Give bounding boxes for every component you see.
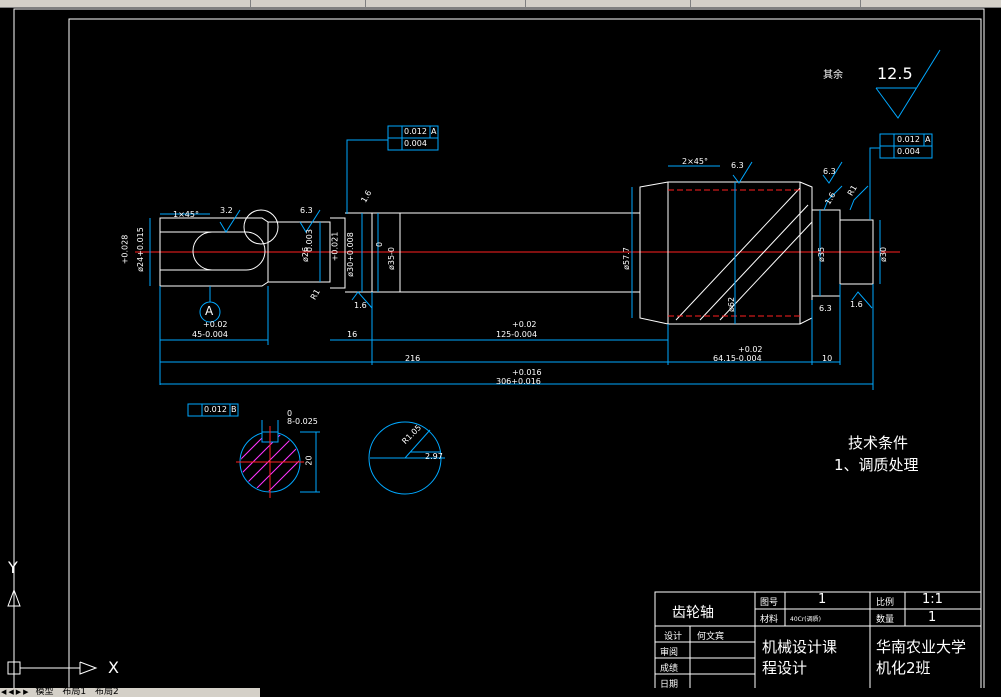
shaft-outline bbox=[159, 181, 874, 325]
tab-next-arrow-icon[interactable]: ▶ bbox=[15, 688, 22, 697]
rough-3-2: 3.2 bbox=[220, 206, 233, 215]
tech-item: 1、调质处理 bbox=[834, 456, 919, 474]
tab-first-arrow-icon[interactable]: ◀ bbox=[0, 688, 7, 697]
toolbar-divider bbox=[860, 0, 861, 7]
dim-45-tol: +0.02 bbox=[203, 320, 228, 329]
tab-layout2[interactable]: 布局2 bbox=[92, 688, 122, 697]
title-material: 40Cr(调质) bbox=[790, 616, 821, 623]
title-designer: 何文宾 bbox=[697, 632, 725, 642]
dim-306: 306+0.016 bbox=[496, 377, 541, 386]
title-grade-label: 成绩 bbox=[660, 664, 679, 674]
dim-d24-tol: +0.028 bbox=[120, 234, 130, 265]
title-drawing-no: 1 bbox=[818, 592, 827, 607]
title-school: 华南农业大学 bbox=[876, 638, 967, 656]
dim-d62: ø62 bbox=[727, 296, 737, 313]
tol-datum-a-left: A bbox=[431, 127, 437, 136]
title-scale: 1:1 bbox=[922, 592, 943, 607]
toolbar-divider bbox=[365, 0, 366, 7]
dim-d57-7: ø57.7 bbox=[621, 247, 631, 270]
general-roughness-value: 12.5 bbox=[877, 64, 913, 83]
dim-d30l-tol: +0.021 bbox=[330, 231, 340, 262]
tol-runout-right-1: 0.012 bbox=[897, 135, 920, 144]
dim-d35r: ø35 bbox=[817, 246, 827, 263]
tol-runout-left-1: 0.012 bbox=[404, 127, 427, 136]
rough-6-3-b: 6.3 bbox=[731, 161, 744, 170]
layout-tab-bar: ◀ ◀ ▶ ▶ 模型 布局1 布局2 bbox=[0, 688, 260, 697]
inner-border bbox=[68, 18, 982, 688]
dim-6415-tol: +0.02 bbox=[738, 345, 763, 354]
rest-roughness-note: 其余 bbox=[823, 70, 843, 81]
rough-6-3-a: 6.3 bbox=[300, 206, 313, 215]
tech-title: 技术条件 bbox=[848, 434, 909, 452]
tol-runout-left-2: 0.004 bbox=[404, 139, 427, 148]
title-course-line1: 机械设计课 bbox=[762, 638, 838, 656]
title-material-label: 材料 bbox=[760, 615, 779, 625]
dim-125: 125-0.004 bbox=[496, 330, 538, 339]
title-design-label: 设计 bbox=[664, 632, 683, 642]
dim-d30r: ø30 bbox=[879, 246, 889, 263]
tab-layout1[interactable]: 布局1 bbox=[59, 688, 89, 697]
dim-2-97: 2.97 bbox=[425, 452, 443, 461]
dim-45: 45-0.004 bbox=[192, 330, 228, 339]
tab-prev-arrow-icon[interactable]: ◀ bbox=[7, 688, 14, 697]
dim-d35: ø35-0 bbox=[387, 246, 397, 271]
dim-16: 16 bbox=[347, 330, 358, 339]
title-course-line2: 程设计 bbox=[762, 659, 808, 677]
dim-key-width: 8-0.025 bbox=[287, 417, 318, 426]
rough-6-3-c: 6.3 bbox=[823, 167, 836, 176]
tol-datum-b: B bbox=[231, 405, 237, 414]
rough-1-6-b: 1.6 bbox=[850, 300, 863, 309]
dim-d30l: ø30+0.008 bbox=[345, 232, 355, 277]
dim-6415: 64.15-0.004 bbox=[713, 354, 762, 363]
tol-datum-a-right: A bbox=[925, 135, 931, 144]
ucs-y-label: Y bbox=[8, 558, 18, 577]
title-date-label: 日期 bbox=[660, 680, 679, 690]
rough-6-3-d: 6.3 bbox=[819, 304, 832, 313]
tab-last-arrow-icon[interactable]: ▶ bbox=[22, 688, 29, 697]
dim-chamfer-right: 2×45° bbox=[682, 157, 708, 166]
dim-216: 216 bbox=[405, 354, 421, 363]
title-scale-label: 比例 bbox=[876, 598, 895, 608]
dim-d35-tol: 0 bbox=[375, 241, 385, 248]
toolbar-divider bbox=[250, 0, 251, 7]
title-qty: 1 bbox=[928, 610, 937, 625]
drawing-canvas[interactable] bbox=[0, 7, 1001, 688]
dim-d24: ø24+0.015 bbox=[135, 227, 145, 272]
dim-chamfer-left: 1×45° bbox=[173, 210, 199, 219]
dim-d26-tol: 0.003 bbox=[304, 229, 314, 252]
toolbar-divider bbox=[525, 0, 526, 7]
dim-key-height: 20 bbox=[304, 455, 314, 466]
title-class: 机化2班 bbox=[876, 659, 931, 677]
title-review-label: 审阅 bbox=[660, 648, 679, 658]
tol-symmetry: 0.012 bbox=[204, 405, 227, 414]
toolbar-divider bbox=[690, 0, 691, 7]
tab-model[interactable]: 模型 bbox=[32, 688, 56, 697]
tol-runout-right-2: 0.004 bbox=[897, 147, 920, 156]
dim-10b: 10 bbox=[822, 354, 833, 363]
dim-125-tol: +0.02 bbox=[512, 320, 537, 329]
title-qty-label: 数量 bbox=[876, 615, 895, 625]
dimension-lines bbox=[149, 49, 941, 390]
ucs-icon bbox=[7, 589, 98, 675]
ucs-x-label: X bbox=[108, 658, 119, 677]
datum-label: A bbox=[205, 304, 214, 318]
title-drawing-no-label: 图号 bbox=[760, 598, 779, 608]
title-part-name: 齿轮轴 bbox=[672, 605, 714, 621]
dim-306-tol: +0.016 bbox=[512, 368, 542, 377]
